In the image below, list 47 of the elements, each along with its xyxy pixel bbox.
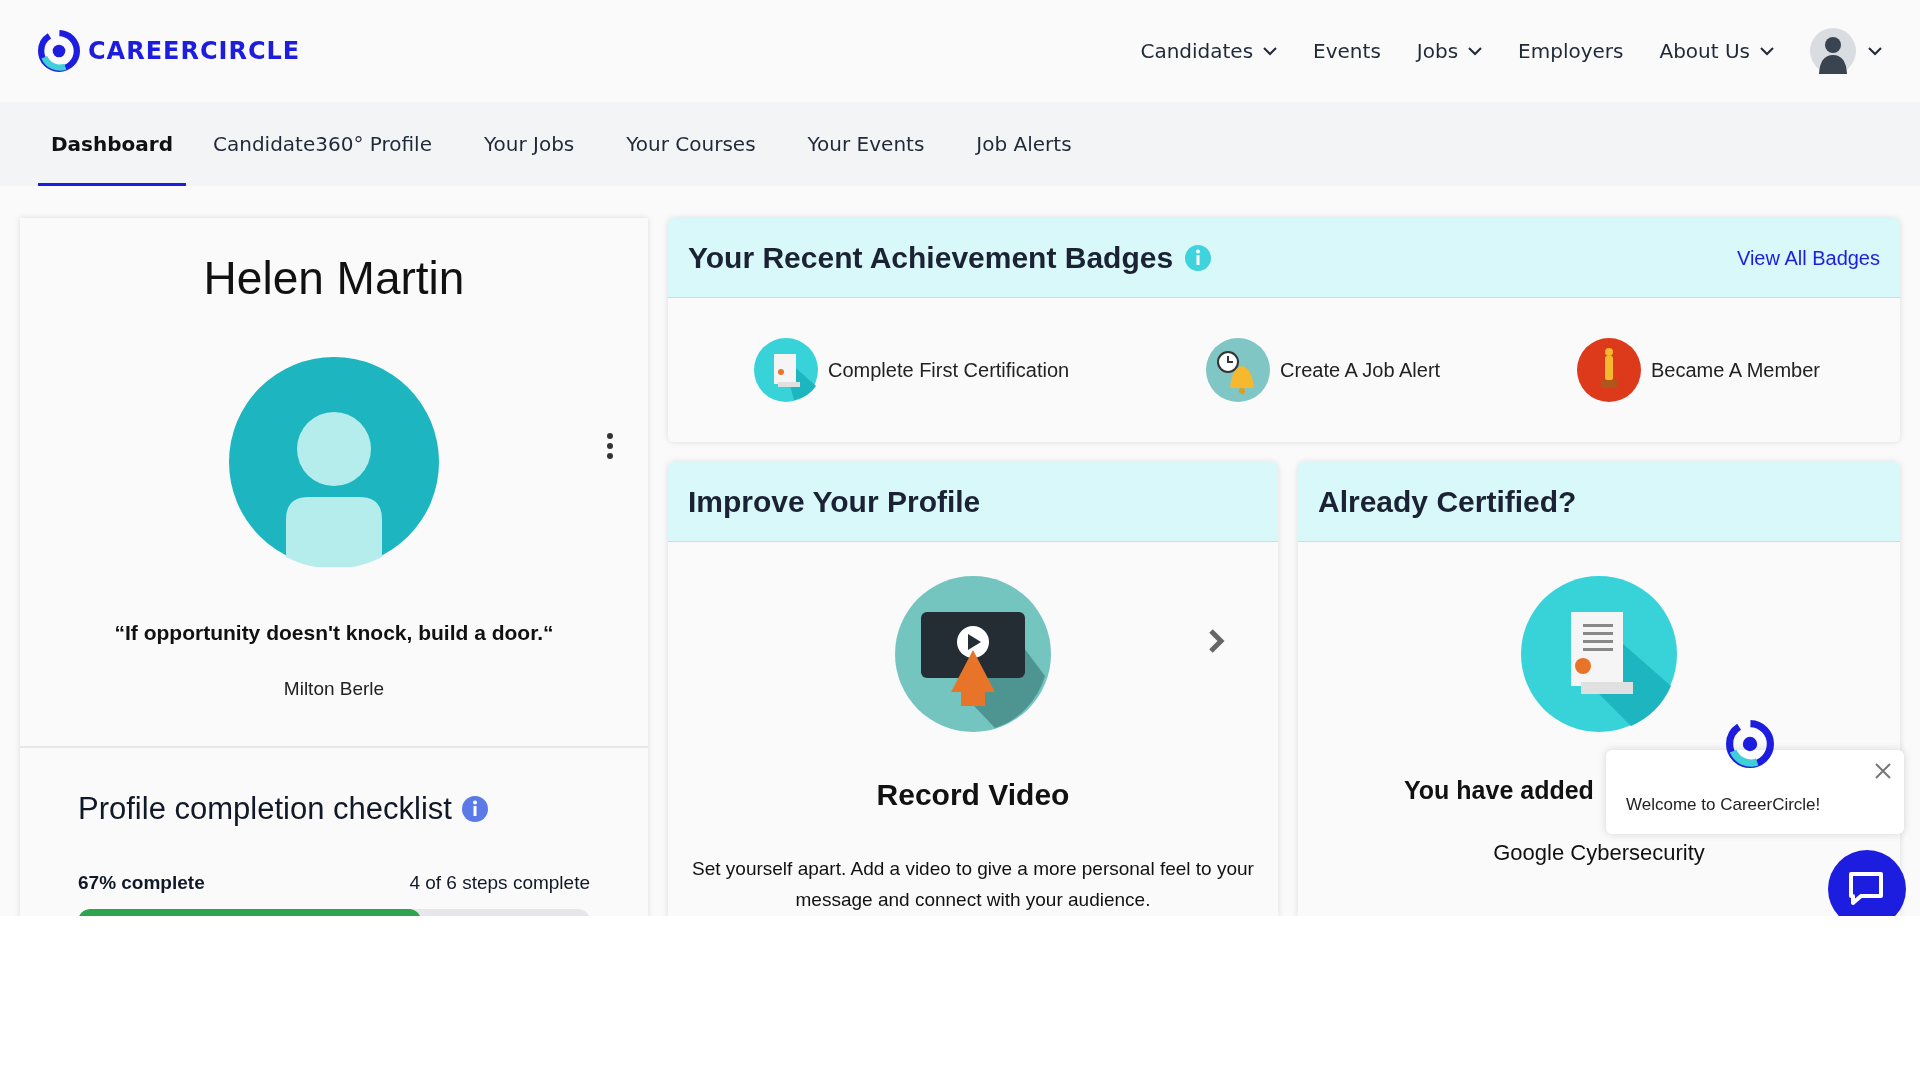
course-name: Google Cybersecurity bbox=[1493, 838, 1705, 867]
bell-clock-icon bbox=[1206, 337, 1271, 402]
account-menu[interactable] bbox=[1810, 28, 1882, 74]
profile-name: Helen Martin bbox=[203, 251, 465, 306]
nav-link[interactable]: Employers bbox=[1518, 36, 1624, 66]
checklist-title: Profile completion checklist bbox=[78, 790, 452, 828]
badge-label: Create A Job Alert bbox=[1280, 357, 1441, 383]
chat-message: Welcome to CareerCircle! bbox=[1626, 794, 1821, 817]
tab[interactable]: Dashboard bbox=[38, 102, 186, 186]
tab[interactable]: Your Jobs bbox=[458, 102, 600, 186]
tab[interactable]: Job Alerts bbox=[951, 102, 1097, 186]
chevron-down-icon bbox=[1760, 46, 1774, 56]
certified-title: Already Certified? bbox=[1318, 484, 1577, 520]
quote-author: Milton Berle bbox=[283, 676, 385, 701]
tab[interactable]: Your Events bbox=[782, 102, 950, 186]
view-all-badges-link[interactable]: View All Badges bbox=[1736, 242, 1880, 273]
logo-icon bbox=[1726, 720, 1774, 768]
badges-title: Your Recent Achievement Badges bbox=[688, 240, 1174, 276]
nav-link[interactable]: About Us bbox=[1659, 36, 1774, 66]
logo-text[interactable]: CAREERCIRCLE bbox=[88, 33, 301, 69]
certified-heading: You have added bbox=[1404, 775, 1594, 806]
avatar-icon bbox=[1810, 28, 1856, 74]
video-icon bbox=[895, 576, 1051, 732]
percent-complete: 67% complete bbox=[78, 870, 205, 895]
certificate-icon bbox=[1521, 576, 1677, 732]
improve-title: Improve Your Profile bbox=[688, 484, 981, 520]
nav-link[interactable]: Candidates bbox=[1140, 36, 1278, 66]
quote-text: “If opportunity doesn't knock, build a door.“ bbox=[114, 620, 554, 646]
chevron-down-icon bbox=[1468, 46, 1483, 56]
nav-link[interactable]: Jobs bbox=[1416, 36, 1483, 66]
trophy-icon bbox=[1577, 337, 1641, 402]
description-text: Set yourself apart. Add a video to give a more personal feel to your message and connect with your audience. bbox=[691, 857, 1255, 912]
item-title: Record Video bbox=[876, 777, 1070, 813]
avatar-icon bbox=[229, 357, 439, 567]
badge-label: Became A Member bbox=[1651, 357, 1820, 383]
chevron-down-icon bbox=[1868, 46, 1882, 56]
badge-label: Complete First Certification bbox=[828, 357, 1070, 383]
close-icon[interactable] bbox=[1874, 762, 1892, 780]
more-options-icon[interactable] bbox=[607, 433, 613, 459]
certificate-icon bbox=[754, 337, 818, 402]
tab[interactable]: Your Courses bbox=[601, 102, 781, 186]
steps-complete: 4 of 6 steps complete bbox=[409, 870, 590, 895]
chevron-down-icon bbox=[1263, 46, 1278, 56]
info-icon[interactable] bbox=[461, 796, 488, 823]
logo-icon bbox=[38, 30, 80, 72]
tab[interactable]: Candidate360° Profile bbox=[188, 102, 457, 186]
nav-link[interactable]: Events bbox=[1313, 36, 1381, 66]
